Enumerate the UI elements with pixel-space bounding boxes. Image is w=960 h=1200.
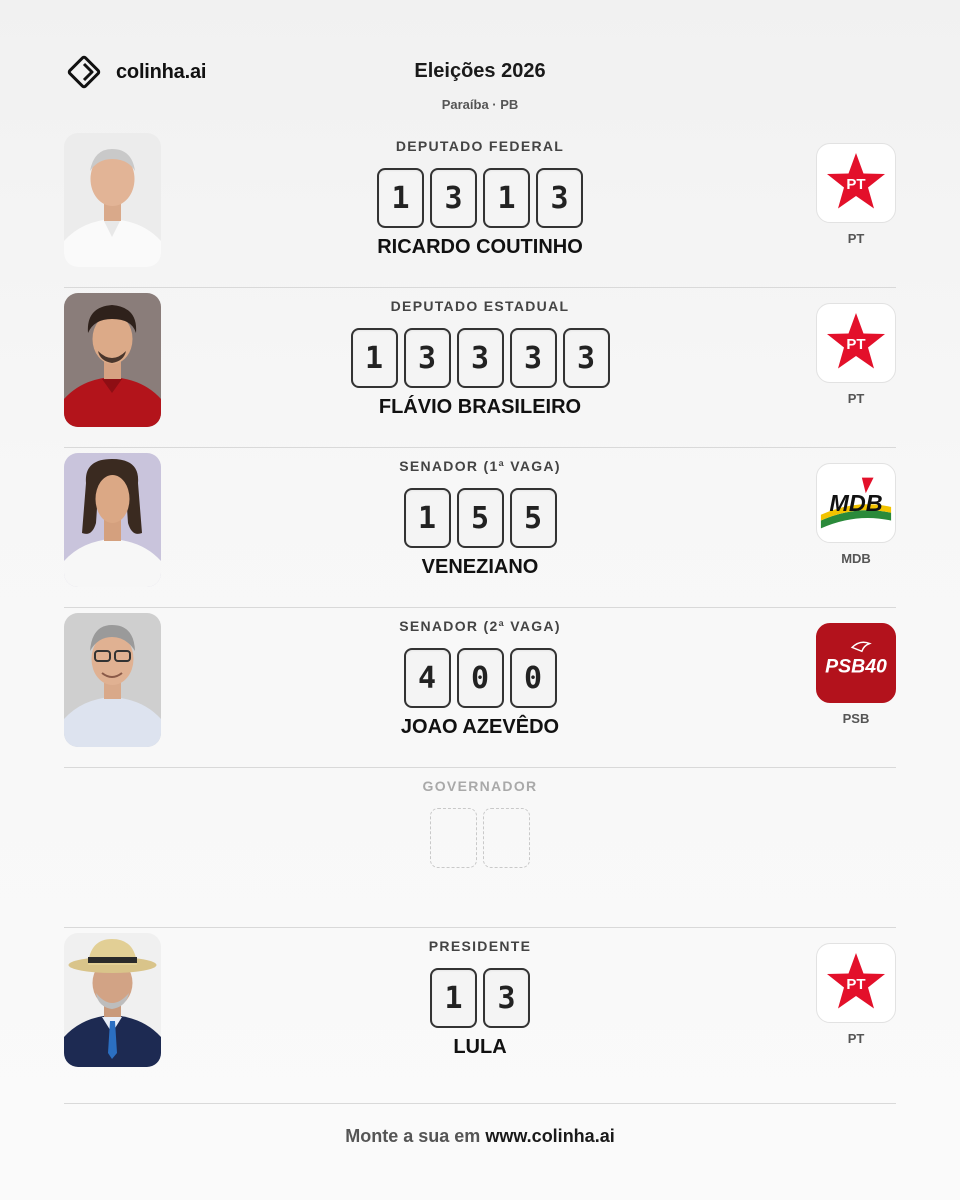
page-title: Eleições 2026 — [414, 60, 546, 82]
vote-digit: 0 — [456, 648, 504, 708]
pt-star-logo-icon: PT — [816, 303, 896, 383]
vote-digit: 5 — [456, 488, 504, 548]
vote-digit: 4 — [403, 648, 451, 708]
candidate-name: LULA — [453, 1036, 507, 1058]
vote-number: 1 3 3 3 3 — [64, 328, 896, 388]
vote-digit: 3 — [536, 168, 583, 228]
ballot-row-governador: GOVERNADOR — [64, 768, 896, 928]
title-block: Eleições 2026 Paraíba · PB — [0, 60, 960, 112]
ballot-row-senador-2: SENADOR (2ª VAGA) 4 0 0 JOAO AZEVÊDO PSB… — [64, 608, 896, 768]
mdb-logo-icon: MDB — [816, 463, 896, 543]
party-badge: MDB MDB — [816, 463, 896, 566]
candidate-name: JOAO AZEVÊDO — [400, 716, 560, 738]
party-badge: PT PT — [816, 943, 896, 1046]
vote-digit: 3 — [456, 328, 504, 388]
vote-number: 4 0 0 — [64, 648, 896, 708]
vote-number: 1 5 5 — [64, 488, 896, 548]
vote-number — [64, 808, 896, 868]
vote-digit: 1 — [350, 328, 398, 388]
party-logo-text: PT — [846, 976, 865, 993]
pt-star-logo-icon: PT — [816, 943, 896, 1023]
page-subtitle: Paraíba · PB — [441, 97, 519, 112]
party-name: PT — [847, 1031, 865, 1046]
header: colinha.ai Eleições 2026 Paraíba · PB — [0, 0, 960, 130]
office-label: SENADOR (2ª VAGA) — [399, 618, 561, 634]
party-badge: PT PT — [816, 303, 896, 406]
office-label: DEPUTADO FEDERAL — [395, 138, 565, 154]
vote-digit: 1 — [483, 168, 530, 228]
ballot-row-deputado-federal: DEPUTADO FEDERAL 1 3 1 3 RICARDO COUTINH… — [64, 128, 896, 288]
vote-digit: 5 — [509, 488, 557, 548]
office-label: GOVERNADOR — [422, 778, 538, 794]
party-badge: PSB40 PSB — [816, 623, 896, 726]
empty-vote-digit — [430, 808, 477, 868]
candidate-name: RICARDO COUTINHO — [377, 236, 583, 258]
footer: Monte a sua em www.colinha.ai — [64, 1103, 896, 1147]
vote-digit: 3 — [430, 168, 477, 228]
office-label: PRESIDENTE — [428, 938, 532, 954]
party-logo-text: PT — [846, 336, 865, 353]
vote-digit: 3 — [403, 328, 451, 388]
vote-digit: 1 — [430, 968, 477, 1028]
candidate-name: VENEZIANO — [421, 556, 539, 578]
ballot-row-senador-1: SENADOR (1ª VAGA) 1 5 5 VENEZIANO MDB MD… — [64, 448, 896, 608]
ballot-row-presidente: PRESIDENTE 1 3 LULA PT PT — [64, 928, 896, 1088]
footer-prefix: Monte a sua em — [345, 1126, 481, 1146]
ballot-row-deputado-estadual: DEPUTADO ESTADUAL 1 3 3 3 3 FLÁVIO BRASI… — [64, 288, 896, 448]
empty-vote-digit — [483, 808, 530, 868]
office-label: DEPUTADO ESTADUAL — [390, 298, 570, 314]
office-label: SENADOR (1ª VAGA) — [399, 458, 561, 474]
vote-number: 1 3 — [64, 968, 896, 1028]
footer-link[interactable]: www.colinha.ai — [485, 1126, 614, 1146]
party-badge: PT PT — [816, 143, 896, 246]
vote-digit: 1 — [377, 168, 424, 228]
party-name: PT — [847, 391, 865, 406]
party-logo-text: MDB — [829, 490, 882, 516]
party-name: PSB — [842, 711, 870, 726]
party-name: PT — [847, 231, 865, 246]
pt-star-logo-icon: PT — [816, 143, 896, 223]
vote-digit: 3 — [562, 328, 610, 388]
vote-digit: 3 — [509, 328, 557, 388]
vote-digit: 0 — [509, 648, 557, 708]
party-logo-text: PT — [846, 176, 865, 193]
vote-digit: 1 — [403, 488, 451, 548]
candidate-name: FLÁVIO BRASILEIRO — [378, 396, 582, 418]
party-logo-text: PSB40 — [825, 656, 887, 678]
vote-digit: 3 — [483, 968, 530, 1028]
vote-number: 1 3 1 3 — [64, 168, 896, 228]
psb-logo-icon: PSB40 — [816, 623, 896, 703]
party-name: MDB — [841, 551, 871, 566]
